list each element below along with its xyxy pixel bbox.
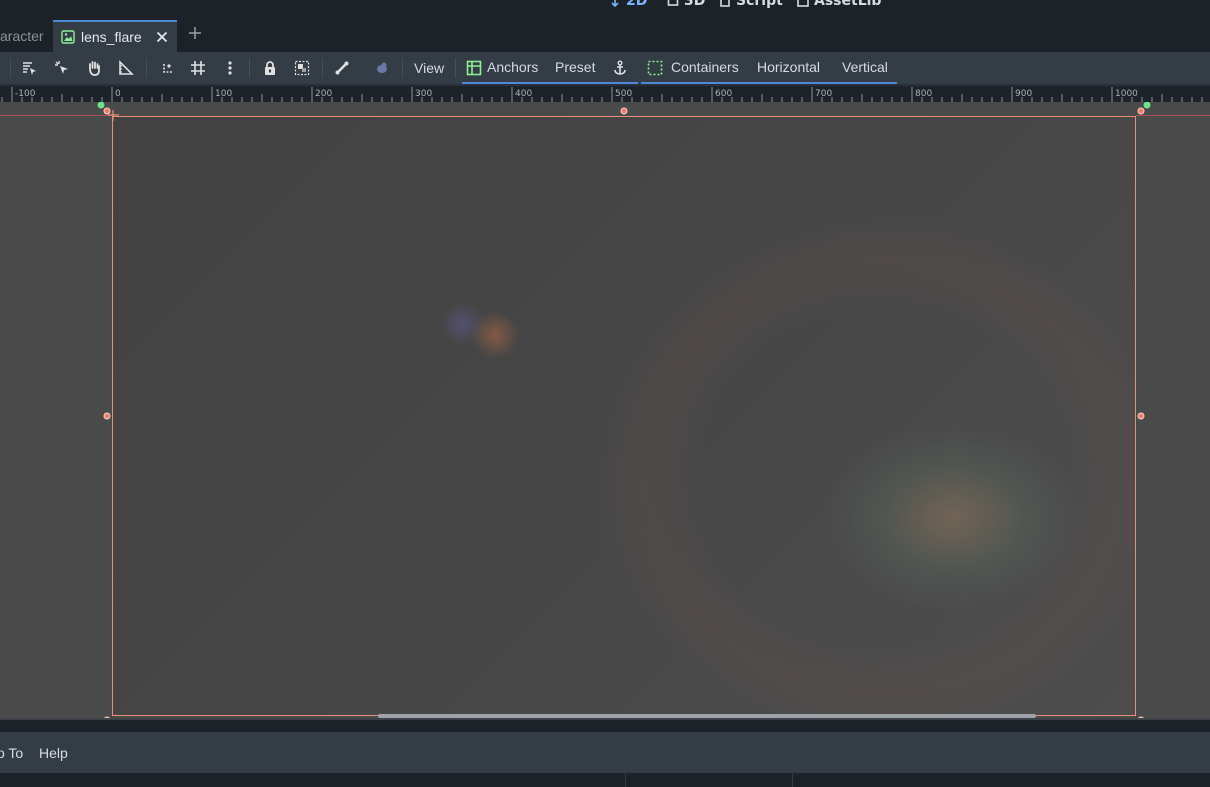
ruler-label: 400	[515, 89, 532, 99]
preset-menu-button[interactable]: Preset	[555, 52, 595, 82]
ruler-label: 0	[115, 89, 121, 99]
panel-separator	[625, 773, 626, 787]
workspace-3d-button[interactable]: 3D	[667, 0, 705, 9]
workspace-script-label: Script	[736, 0, 783, 9]
ruler-label: 600	[715, 89, 732, 99]
toolbar-separator	[402, 58, 403, 78]
toolbar-separator	[455, 58, 456, 78]
panel-gap	[0, 720, 1210, 732]
vertical-menu-button[interactable]: Vertical	[842, 52, 888, 82]
ruler-label: 1000	[1115, 89, 1138, 99]
workspace-2d-button[interactable]: 2D	[609, 0, 647, 9]
anchors-layout-button[interactable]	[462, 56, 486, 80]
script-menu-bar: o To Help	[0, 732, 1210, 773]
ruler-label: 500	[615, 89, 632, 99]
ruler-label: 200	[315, 89, 332, 99]
canvas-toolbar: View Anchors Preset Containers Horizonta…	[0, 52, 1210, 86]
ruler-label: -100	[15, 89, 36, 99]
anchor-mode-button[interactable]	[608, 56, 632, 80]
select-mode-icon	[23, 62, 36, 75]
plus-icon	[189, 27, 201, 39]
scene-tab-lens-flare[interactable]: lens_flare	[53, 20, 177, 52]
ruler-icon	[119, 60, 134, 75]
help-menu[interactable]: Help	[39, 732, 68, 773]
toolbar-separator	[249, 58, 250, 78]
container-dashed-icon	[647, 60, 663, 76]
pan-hand-icon	[89, 61, 100, 76]
assetlib-icon	[797, 0, 809, 7]
select-mode-button[interactable]	[17, 56, 41, 80]
group-icon	[294, 60, 310, 76]
resize-handle-right[interactable]	[1137, 412, 1145, 420]
resize-handle-top[interactable]	[620, 107, 628, 115]
ruler-label: 100	[215, 89, 232, 99]
pivot-cross-icon[interactable]	[108, 110, 120, 122]
lock-button[interactable]	[258, 56, 282, 80]
scene-tab-label: lens_flare	[81, 29, 142, 45]
3d-icon	[667, 0, 679, 6]
resize-handle-left[interactable]	[103, 412, 111, 420]
horizontal-ruler[interactable]: -100 0 100 200 300 400 500 600 700 800 900 1000	[0, 86, 1210, 102]
toolbar-separator	[10, 58, 11, 78]
workspace-assetlib-button[interactable]: AssetLib	[797, 0, 881, 9]
anchor-pin-top-right[interactable]	[1143, 102, 1151, 109]
anchors-grid-icon	[466, 60, 482, 76]
view-menu-button[interactable]: View	[414, 52, 444, 84]
ruler-label: 800	[915, 89, 932, 99]
bone-icon	[335, 61, 349, 75]
close-icon[interactable]	[156, 31, 168, 43]
skeleton-icon	[377, 62, 387, 73]
anchors-group: Anchors Preset	[462, 52, 638, 84]
guide-line-right	[1136, 115, 1210, 116]
select-list-icon	[55, 61, 68, 74]
workspace-3d-label: 3D	[684, 0, 706, 9]
add-scene-tab-button[interactable]	[185, 23, 205, 43]
ruler-ticks: -100 0 100 200 300 400 500 600 700 800 900 1000	[1, 87, 1203, 102]
skeleton-options-button[interactable]	[370, 56, 394, 80]
horizontal-menu-button[interactable]: Horizontal	[757, 52, 820, 82]
selected-control-lens-flare[interactable]	[112, 116, 1136, 716]
more-snap-options-button[interactable]	[218, 56, 242, 80]
workspace-2d-label: 2D	[626, 0, 648, 9]
ruler-label: 700	[815, 89, 832, 99]
select-list-button[interactable]	[50, 56, 74, 80]
scene-tab-character[interactable]: aracter	[0, 20, 54, 52]
more-options-icon	[228, 61, 232, 75]
canvas-viewport[interactable]	[0, 102, 1210, 720]
bottom-panel-strip	[0, 773, 1210, 787]
bone-button[interactable]	[330, 56, 354, 80]
containers-layout-button[interactable]	[643, 56, 667, 80]
scene-tab-bar: aracter lens_flare	[0, 16, 1210, 52]
containers-group: Containers Horizontal Vertical	[641, 52, 897, 84]
toolbar-separator	[322, 58, 323, 78]
workspace-switcher: 2D 3D Script AssetLib	[0, 0, 1210, 16]
anchors-menu-button[interactable]: Anchors	[487, 52, 538, 82]
toolbar-separator	[146, 58, 147, 78]
resize-handle-top-right[interactable]	[1137, 107, 1145, 115]
containers-menu-button[interactable]: Containers	[671, 52, 739, 82]
lock-icon	[265, 61, 275, 75]
goto-menu[interactable]: o To	[0, 732, 23, 773]
panel-separator	[792, 773, 793, 787]
workspace-script-button[interactable]: Script	[719, 0, 783, 9]
scene-tab-label: aracter	[0, 28, 44, 44]
ruler-mode-button[interactable]	[114, 56, 138, 80]
script-icon	[720, 0, 730, 7]
pan-mode-button[interactable]	[82, 56, 106, 80]
image-texture-icon	[61, 30, 75, 44]
grid-snap-icon	[191, 61, 205, 75]
grid-snap-button[interactable]	[186, 56, 210, 80]
workspace-assetlib-label: AssetLib	[814, 0, 882, 9]
anchor-pin-top-left[interactable]	[97, 102, 105, 109]
smart-snap-button[interactable]	[155, 56, 179, 80]
2d-move-icon	[611, 0, 619, 7]
guide-line-left	[0, 115, 112, 116]
smart-snap-icon	[163, 64, 172, 73]
group-button[interactable]	[290, 56, 314, 80]
anchor-icon	[614, 60, 626, 75]
ruler-label: 900	[1015, 89, 1032, 99]
ruler-label: 300	[415, 89, 432, 99]
